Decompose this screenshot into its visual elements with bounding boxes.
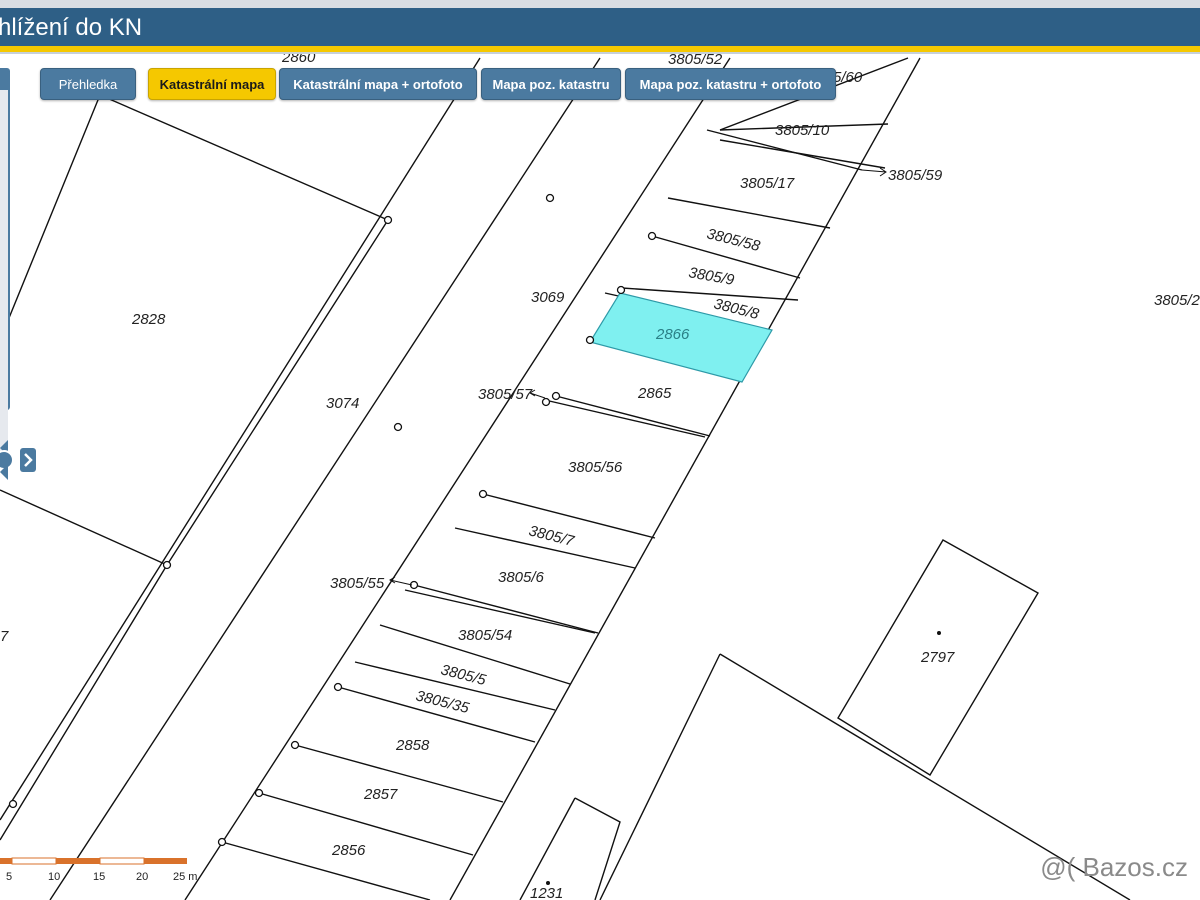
scale-label: 15	[93, 871, 106, 883]
tab-mapa-poz-katastru[interactable]: Mapa poz. katastru	[481, 68, 621, 100]
survey-point	[545, 193, 555, 203]
boundary-line	[449, 57, 921, 900]
survey-point	[585, 335, 595, 345]
survey-point	[478, 489, 488, 499]
pointer-arrow	[389, 576, 413, 586]
boundary-line	[184, 57, 731, 900]
pan-navigation-control[interactable]	[0, 440, 36, 480]
parcel-label: 2866	[655, 326, 690, 343]
parcel-label: 7	[0, 628, 9, 645]
boundary-line	[221, 841, 431, 900]
parcel-label: 3805/17	[740, 175, 795, 192]
parcel-label: 3069	[531, 289, 565, 306]
boundary-line	[544, 399, 706, 438]
parcel-label: 3805/35	[414, 687, 471, 717]
survey-point	[647, 231, 657, 241]
parcel-label: 2857	[363, 786, 398, 803]
survey-point	[8, 799, 18, 809]
parcel-label: 2797	[920, 649, 955, 666]
survey-point	[383, 215, 393, 225]
survey-point	[254, 788, 264, 798]
app-header: hlížení do KN	[0, 8, 1200, 46]
parcel-label: 2856	[331, 842, 366, 859]
boundary-line	[413, 584, 599, 634]
parcel-label: 2858	[395, 737, 430, 754]
survey-point	[616, 285, 626, 295]
parcel-label: 3805/55	[330, 575, 385, 592]
scale-label: 25 m	[173, 871, 198, 883]
pointer-arrow	[861, 167, 887, 177]
left-zoom-panel[interactable]	[0, 68, 10, 452]
parcel-label: 3805/59	[888, 167, 943, 184]
page-title: hlížení do KN	[0, 14, 143, 41]
survey-point	[290, 740, 300, 750]
parcel-label: 3805/2	[1154, 292, 1200, 309]
parcel-label: 3805/6	[498, 569, 545, 586]
survey-point	[217, 837, 227, 847]
parcel-label: 3805/57	[478, 386, 533, 403]
survey-point	[162, 560, 172, 570]
parcel-label: 3074	[326, 395, 359, 412]
parcel-label: 3805/52	[668, 54, 723, 68]
parcel-label: 2828	[131, 311, 166, 328]
survey-point	[393, 422, 403, 432]
parcel-label: 3805/58	[705, 225, 762, 255]
boundary-line	[621, 287, 799, 301]
parcel-label: 2860	[281, 54, 316, 66]
scale-label: 20	[136, 871, 149, 883]
boundary-line	[0, 219, 389, 841]
parcel-label: 3805/5	[439, 661, 488, 689]
building-outline	[599, 653, 721, 900]
building-marker	[937, 631, 941, 635]
scale-label: 5	[6, 871, 13, 883]
parcel-label: 1231	[530, 885, 563, 900]
zoom-slider-track[interactable]	[0, 90, 8, 452]
pointer-arrow	[529, 389, 546, 399]
boundary-line	[0, 489, 168, 566]
survey-point	[333, 682, 343, 692]
survey-point	[551, 391, 561, 401]
boundary-line	[0, 57, 481, 821]
tab-katastralni-mapa[interactable]: Katastrální mapa	[148, 68, 276, 100]
boundary-line	[0, 94, 101, 341]
scale-label: 10	[48, 871, 61, 883]
scale-bar	[0, 857, 187, 865]
parcel-label: 3805/54	[458, 627, 512, 644]
tab-prehledka[interactable]: Přehledka	[40, 68, 136, 100]
survey-point	[541, 397, 551, 407]
building-outline	[574, 797, 621, 900]
boundary-line	[667, 197, 831, 229]
boundary-line	[49, 57, 601, 900]
boundary-line	[555, 395, 711, 437]
top-strip	[0, 0, 1200, 8]
boundary-line	[99, 94, 389, 221]
cadastral-map[interactable]: 2828 3074 3069 2866 2865 3805/57 3805/56…	[0, 54, 1200, 900]
tab-katastralni-mapa-ortofoto[interactable]: Katastrální mapa + ortofoto	[279, 68, 477, 100]
watermark-logo: @( Bazos.cz	[1040, 852, 1188, 882]
parcel-label: 3805/10	[775, 122, 830, 139]
boundary-line	[719, 139, 886, 169]
tab-mapa-poz-katastru-ortofoto[interactable]: Mapa poz. katastru + ortofoto	[625, 68, 836, 100]
parcel-label: 2865	[637, 385, 672, 402]
parcel-label: 3805/56	[568, 459, 623, 476]
parcel-label: 3805/9	[687, 264, 736, 289]
